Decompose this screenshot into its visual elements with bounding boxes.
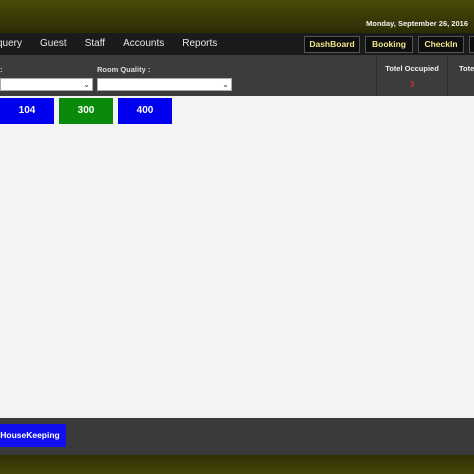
total-occupied-label: Totel Occupied bbox=[385, 64, 439, 73]
nav-item-query[interactable]: query bbox=[0, 33, 31, 55]
dashboard-button[interactable]: DashBoard bbox=[304, 36, 360, 53]
room-tile-300[interactable]: 300 bbox=[59, 98, 113, 124]
room-quality-label: Room Quality : bbox=[97, 65, 151, 74]
room-type-label: : bbox=[0, 65, 3, 74]
housekeeping-button[interactable]: HouseKeeping bbox=[0, 424, 66, 447]
total-second-label: Tote bbox=[459, 64, 474, 73]
chevron-down-icon: ⌄ bbox=[83, 80, 90, 89]
nav-menu: query Guest Staff Accounts Reports bbox=[0, 33, 226, 55]
checkin-button[interactable]: CheckIn bbox=[418, 36, 464, 53]
nav-buttons: DashBoard Booking CheckIn bbox=[304, 36, 474, 53]
total-occupied-panel: Totel Occupied 3 bbox=[376, 56, 447, 96]
nav-item-accounts[interactable]: Accounts bbox=[114, 33, 173, 55]
nav-item-reports[interactable]: Reports bbox=[173, 33, 226, 55]
booking-button[interactable]: Booking bbox=[365, 36, 413, 53]
chevron-down-icon: ⌄ bbox=[222, 80, 229, 89]
main-navbar: query Guest Staff Accounts Reports DashB… bbox=[0, 33, 474, 56]
room-tile-400[interactable]: 400 bbox=[118, 98, 172, 124]
footer-bar: HouseKeeping bbox=[0, 418, 474, 455]
room-quality-select[interactable]: ⌄ bbox=[97, 78, 232, 91]
bottom-bar bbox=[0, 455, 474, 474]
rooms-panel: 104 300 400 bbox=[0, 96, 474, 418]
room-type-select[interactable]: ⌄ bbox=[0, 78, 93, 91]
nav-item-staff[interactable]: Staff bbox=[76, 33, 114, 55]
total-second-panel: Tote bbox=[447, 56, 474, 96]
more-nav-button[interactable] bbox=[469, 36, 474, 53]
current-date: Monday, September 26, 2016 bbox=[366, 19, 468, 28]
top-bar: Monday, September 26, 2016 bbox=[0, 0, 474, 33]
room-tile-104[interactable]: 104 bbox=[0, 98, 54, 124]
nav-item-guest[interactable]: Guest bbox=[31, 33, 76, 55]
total-occupied-value: 3 bbox=[409, 80, 415, 89]
